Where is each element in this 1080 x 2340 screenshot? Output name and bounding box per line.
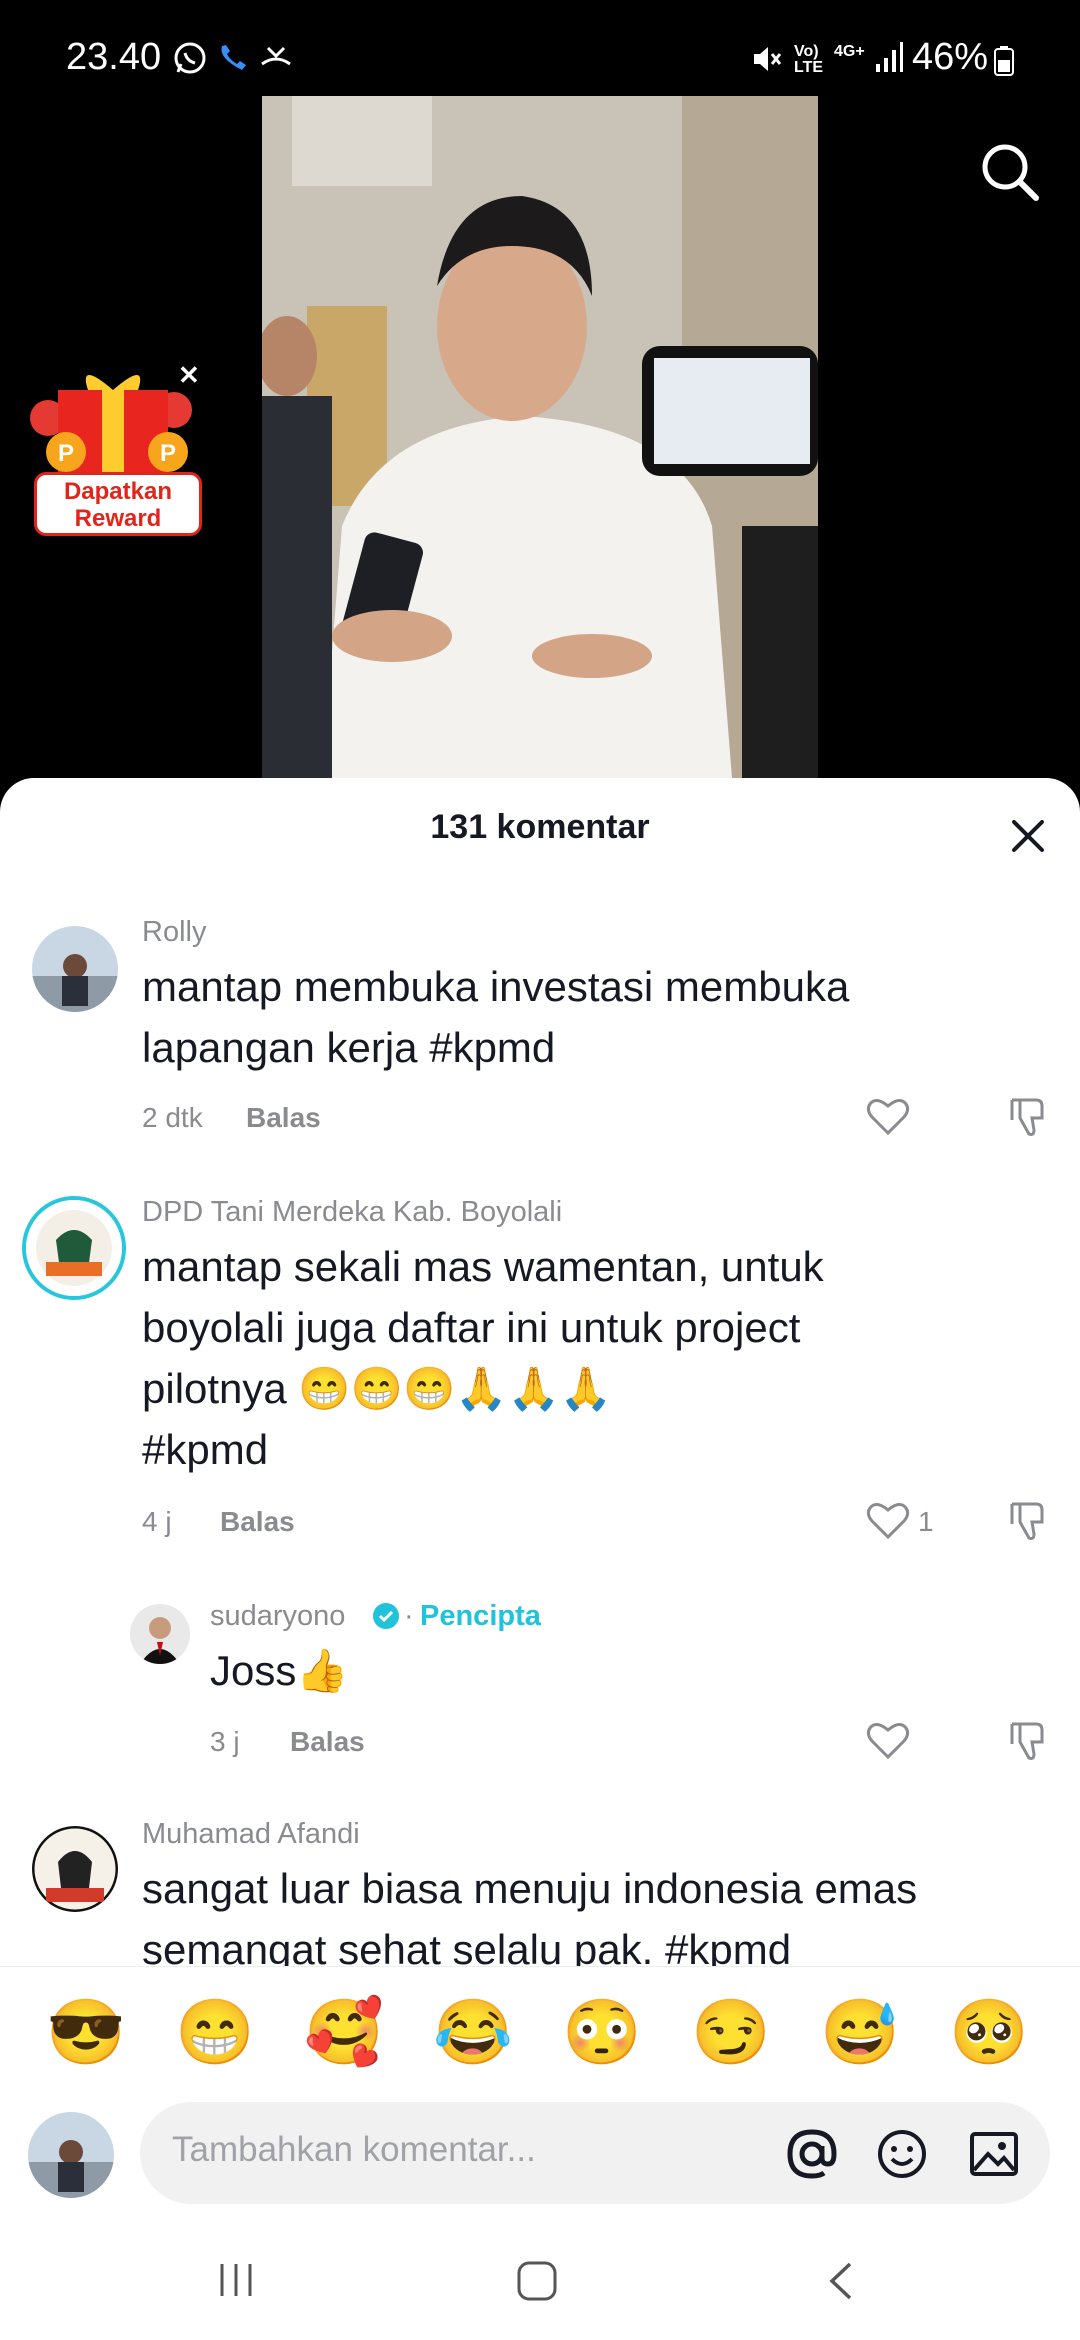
comment-time: 4 j [142,1506,172,1537]
emoji-button[interactable]: 😎 [41,1967,131,2097]
comment-input-placeholder: Tambahkan komentar... [172,2130,536,2169]
reward-label[interactable]: Dapatkan Reward [34,472,202,536]
whatsapp-icon [172,40,208,81]
emoji-button[interactable]: 🥺 [944,1967,1034,2097]
reward-label-line2: Reward [74,505,162,532]
phone-call-icon [216,42,248,79]
dislike-icon[interactable] [1006,1500,1050,1549]
reply-button[interactable]: Balas [246,1102,321,1134]
close-icon[interactable] [1004,812,1052,860]
comments-count-title: 131 komentar [430,808,650,846]
comment-text-line: mantap sekali mas wamentan, untuk [142,1243,824,1290]
reply-button[interactable]: Balas [290,1726,365,1758]
battery-percent: 46% [912,36,989,78]
dislike-icon[interactable] [1006,1096,1050,1145]
search-icon[interactable] [978,140,1042,204]
emoji-button[interactable]: 😁 [170,1967,260,2097]
avatar[interactable] [130,1604,190,1664]
comment-text-line: pilotnya 😁😁😁🙏🙏🙏 [142,1365,613,1412]
network-4g-indicator: 4G+ [834,43,865,60]
recent-apps-icon[interactable] [216,2260,256,2305]
comment-text-line: semangat sehat selalu pak. #kpmd [142,1926,792,1966]
avatar[interactable] [22,1196,126,1300]
video-player[interactable] [262,96,818,778]
avatar[interactable] [32,1826,118,1912]
comment-text: mantap membuka investasi membuka lapanga… [142,963,850,1071]
status-bar: 23.40 Vo) LTE 4G+ 46% [0,0,1080,92]
signal-icon [874,40,904,79]
comment-time: 2 dtk [142,1102,203,1133]
reward-label-line1: Dapatkan [63,478,173,505]
reply-button[interactable]: Balas [220,1506,295,1538]
missed-call-icon [258,42,294,79]
volte-indicator: Vo) LTE [794,43,824,76]
battery-icon [994,46,1014,81]
svg-text:P: P [160,440,176,467]
avatar [28,2112,114,2198]
home-icon[interactable] [516,2260,558,2307]
avatar[interactable] [32,926,118,1012]
status-time: 23.40 [66,36,162,78]
dislike-icon[interactable] [1006,1720,1050,1769]
comment-username[interactable]: Muhamad Afandi [142,1818,360,1851]
verified-badge-icon [372,1602,400,1635]
comment-text-line: boyolali juga daftar ini untuk project [142,1304,801,1351]
emoji-picker-icon[interactable] [876,2128,928,2185]
comment-time: 3 j [210,1726,240,1757]
like-count: 1 [918,1506,934,1537]
image-attach-icon[interactable] [968,2128,1020,2185]
emoji-button[interactable]: 😳 [557,1967,647,2097]
svg-text:P: P [58,440,74,467]
comment-username[interactable]: DPD Tani Merdeka Kab. Boyolali [142,1196,562,1229]
mention-icon[interactable] [786,2128,838,2185]
comment-text-line: #kpmd [142,1426,269,1473]
emoji-quick-bar: 😎 😁 🥰 😂 😳 😏 😅 🥺 [0,1966,1080,2097]
emoji-button[interactable]: 😏 [686,1967,776,2097]
like-heart-icon[interactable] [866,1720,910,1765]
like-heart-icon[interactable] [866,1500,910,1545]
comment-text: Joss👍 [210,1647,349,1694]
emoji-button[interactable]: 😅 [815,1967,905,2097]
mute-icon [750,42,784,81]
comment-username[interactable]: Rolly [142,916,206,949]
separator-dot: · [404,1600,414,1632]
back-icon[interactable] [824,2260,858,2307]
reward-close-icon[interactable]: ✕ [178,360,200,391]
like-heart-icon[interactable] [866,1096,910,1141]
emoji-button[interactable]: 😂 [428,1967,518,2097]
comment-text-clip: sangat luar biasa menuju indonesia emas … [142,1858,1042,1966]
emoji-button[interactable]: 🥰 [299,1967,389,2097]
comment-username[interactable]: sudaryono [210,1600,345,1633]
creator-label: Pencipta [420,1600,541,1632]
comment-text-line: sangat luar biasa menuju indonesia emas [142,1865,918,1912]
